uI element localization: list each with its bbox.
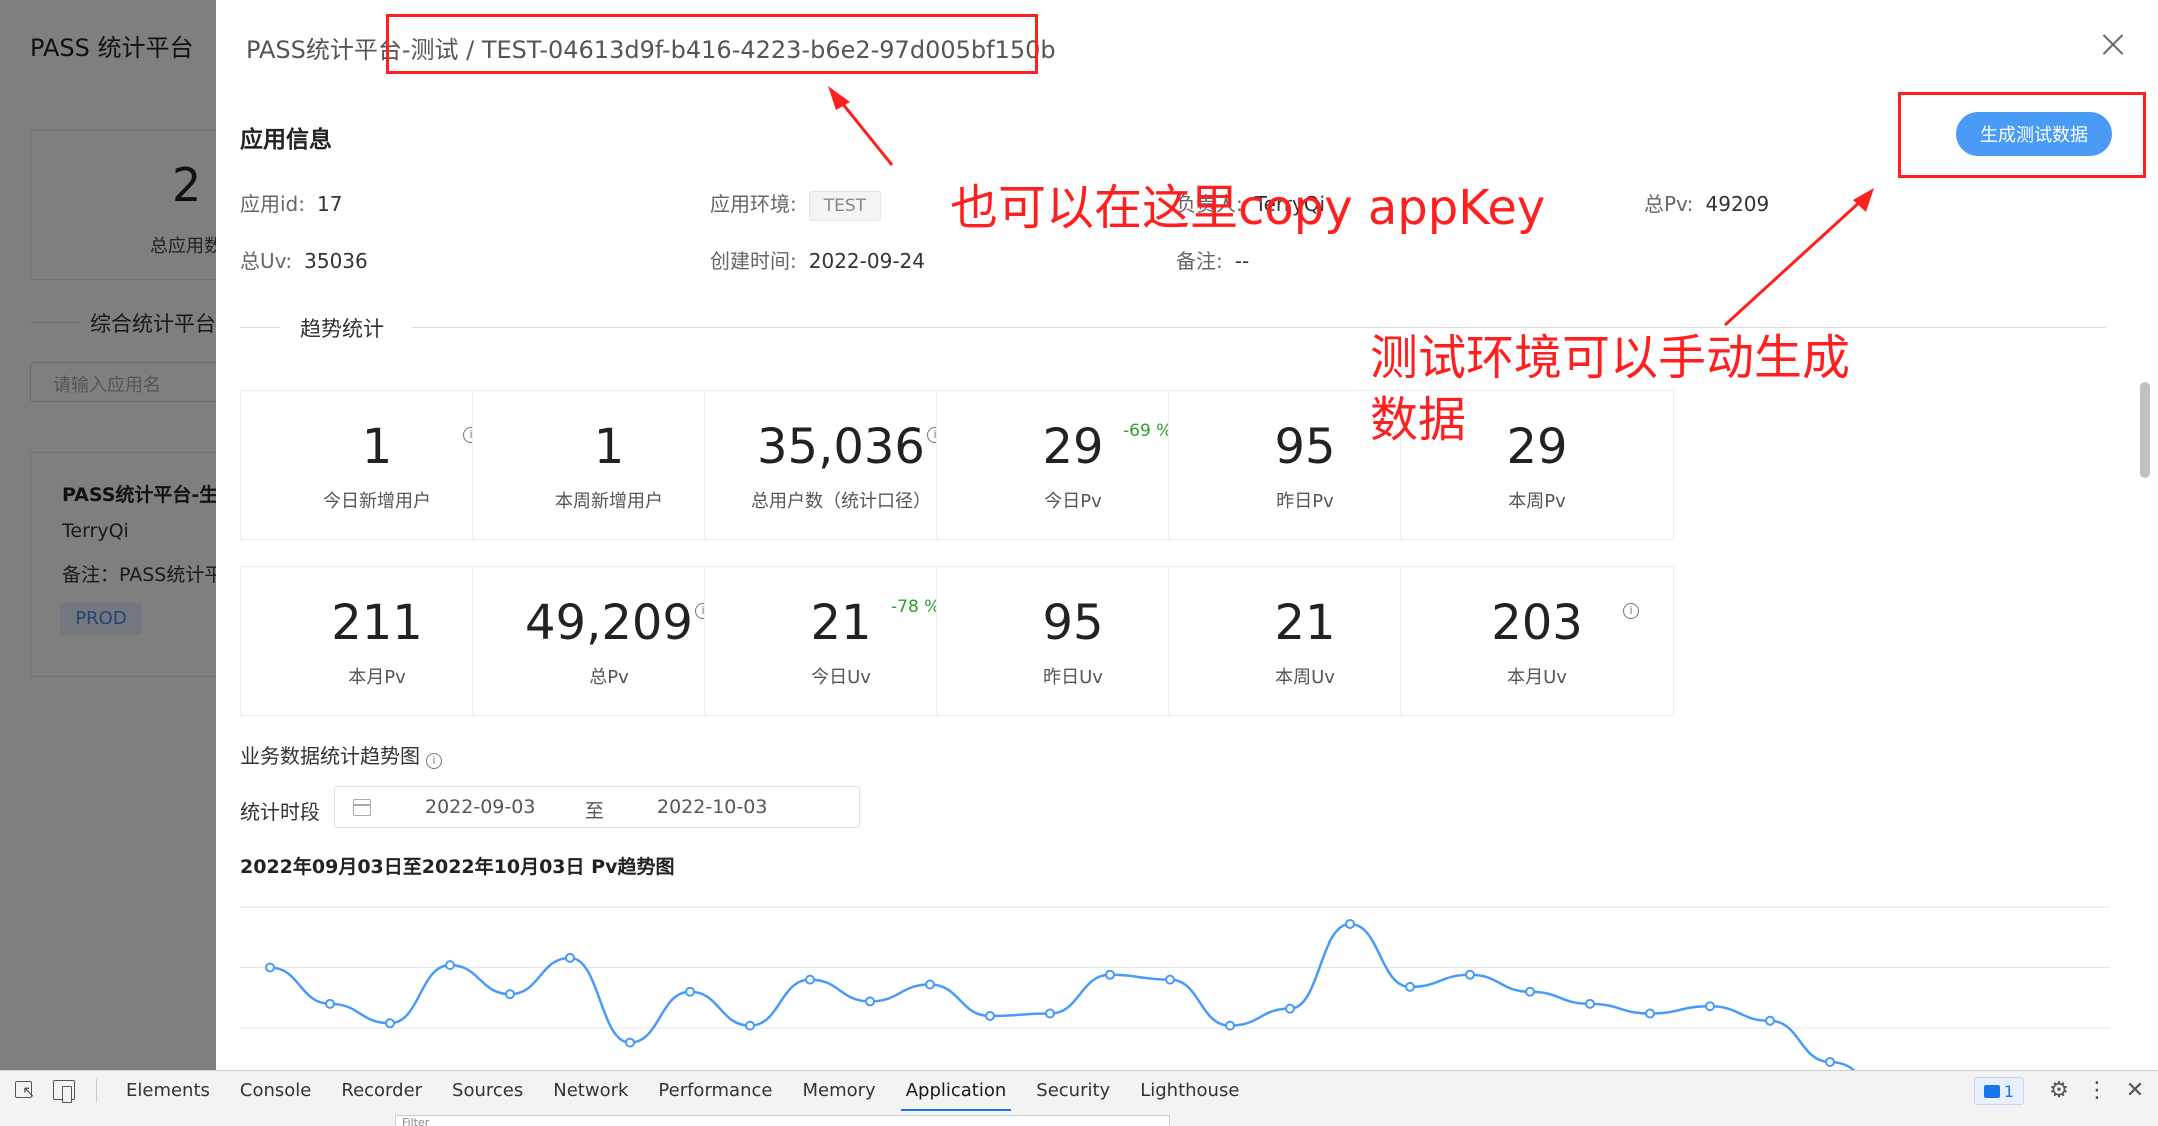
info-icon[interactable]: i xyxy=(426,753,442,769)
total-pv-label: 总Pv: xyxy=(1644,192,1694,216)
devtools-tab-memory[interactable]: Memory xyxy=(787,1071,890,1111)
created-value: 2022-09-24 xyxy=(808,249,925,273)
chart-point[interactable] xyxy=(1645,1008,1655,1019)
total-uv-label: 总Uv: xyxy=(240,249,293,273)
devtools-tab-network[interactable]: Network xyxy=(538,1071,643,1111)
chart-point[interactable] xyxy=(505,989,515,1000)
chart-point[interactable] xyxy=(445,960,455,971)
settings-gear-icon[interactable]: ⚙ xyxy=(2044,1076,2074,1106)
trend-divider-right xyxy=(412,327,2106,328)
period-label: 统计时段 xyxy=(240,800,320,824)
created-label: 创建时间: xyxy=(710,249,797,273)
scroll-thumb[interactable] xyxy=(2140,382,2150,478)
chart-point[interactable] xyxy=(1225,1020,1235,1031)
chart-point[interactable] xyxy=(1045,1008,1055,1019)
drawer-scrollbar[interactable] xyxy=(2138,110,2152,1070)
chart-point[interactable] xyxy=(1585,998,1595,1009)
chart-point[interactable] xyxy=(1765,1015,1775,1026)
annotation-button-box xyxy=(1898,92,2146,178)
devtools-tab-console[interactable]: Console xyxy=(225,1071,326,1111)
stat-card: 203 本月Uv i xyxy=(1400,566,1674,716)
filter-input[interactable]: Filter xyxy=(395,1115,1170,1126)
env-tag: TEST xyxy=(808,190,882,221)
devtools-tabs: ElementsConsoleRecorderSourcesNetworkPer… xyxy=(0,1071,1254,1111)
stat-trend: -78 % xyxy=(891,597,941,617)
chart-point[interactable] xyxy=(625,1037,635,1048)
chart-point[interactable] xyxy=(985,1010,995,1021)
devtools-tab-application[interactable]: Application xyxy=(891,1071,1022,1111)
env-field: 应用环境: TEST xyxy=(710,188,882,221)
devtools-separator xyxy=(96,1079,97,1103)
pv-trend-chart[interactable] xyxy=(240,895,2110,1070)
chart-point[interactable] xyxy=(385,1018,395,1029)
chart-point[interactable] xyxy=(805,974,815,985)
annotation-generate-hint-1: 测试环境可以手动生成 xyxy=(1370,330,1851,386)
close-icon[interactable] xyxy=(2096,28,2130,62)
chart-point[interactable] xyxy=(925,979,935,990)
total-pv-value: 49209 xyxy=(1705,192,1770,216)
chart-point[interactable] xyxy=(1285,1003,1295,1014)
message-icon xyxy=(1983,1084,2000,1098)
devtools-tab-sources[interactable]: Sources xyxy=(437,1071,538,1111)
date-end[interactable]: 2022-10-03 xyxy=(657,796,767,818)
devtools-tab-lighthouse[interactable]: Lighthouse xyxy=(1125,1071,1254,1111)
app-id-label: 应用id: xyxy=(240,192,305,216)
env-label: 应用环境: xyxy=(710,192,797,216)
trend-divider-left xyxy=(240,327,280,328)
chart-point[interactable] xyxy=(1465,969,1475,980)
trend-divider-text: 趋势统计 xyxy=(300,317,384,341)
app-id-field: 应用id: 17 xyxy=(240,188,342,217)
stat-label: 本周Pv xyxy=(1508,491,1566,512)
annotation-copy-hint: 也可以在这里copy appKey xyxy=(950,180,1546,236)
stat-trend: -69 % xyxy=(1123,421,1173,441)
close-devtools-icon[interactable]: ✕ xyxy=(2120,1076,2150,1106)
chart-point[interactable] xyxy=(1345,918,1355,929)
note-value: -- xyxy=(1234,249,1250,273)
annotation-title-box xyxy=(386,14,1038,74)
devtools-tab-elements[interactable]: Elements xyxy=(111,1071,225,1111)
chart-title: 2022年09月03日至2022年10月03日 Pv趋势图 xyxy=(240,856,675,878)
device-toolbar-icon[interactable] xyxy=(50,1078,76,1104)
chart-point[interactable] xyxy=(1105,969,1115,980)
app-info-title: 应用信息 xyxy=(240,127,332,153)
total-pv-field: 总Pv: 49209 xyxy=(1644,188,1769,217)
chart-point[interactable] xyxy=(265,962,275,973)
devtools-tab-recorder[interactable]: Recorder xyxy=(326,1071,437,1111)
app-id-value: 17 xyxy=(317,192,343,216)
app-detail-drawer: PASS统计平台-测试 / TEST-04613d9f-b416-4223-b6… xyxy=(216,0,2158,1070)
issues-count: 1 xyxy=(2003,1081,2015,1101)
more-options-icon[interactable]: ⋮ xyxy=(2082,1076,2112,1106)
devtools-bar: ElementsConsoleRecorderSourcesNetworkPer… xyxy=(0,1070,2158,1126)
date-separator: 至 xyxy=(585,800,605,822)
inspect-element-icon[interactable] xyxy=(12,1078,38,1104)
chart-point[interactable] xyxy=(745,1020,755,1031)
chart-point[interactable] xyxy=(1165,974,1175,985)
chart-heading-text: 业务数据统计趋势图 xyxy=(240,744,420,768)
chart-point[interactable] xyxy=(685,986,695,997)
chart-point[interactable] xyxy=(565,952,575,963)
devtools-tab-performance[interactable]: Performance xyxy=(643,1071,787,1111)
chart-heading: 业务数据统计趋势图 i xyxy=(240,740,442,769)
annotation-generate-hint-2: 数据 xyxy=(1370,392,1467,448)
chart-point[interactable] xyxy=(1405,981,1415,992)
total-uv-value: 35036 xyxy=(304,249,368,273)
issues-badge[interactable]: 1 xyxy=(1974,1077,2024,1105)
chart-point[interactable] xyxy=(1825,1056,1835,1067)
date-range-picker[interactable]: 2022-09-03 至 2022-10-03 xyxy=(334,786,860,828)
stat-label: 本月Uv xyxy=(1507,667,1567,688)
created-field: 创建时间: 2022-09-24 xyxy=(710,245,925,274)
note-field: 备注: -- xyxy=(1176,245,1249,274)
chart-point[interactable] xyxy=(1525,986,1535,997)
devtools-tab-security[interactable]: Security xyxy=(1021,1071,1125,1111)
chart-point[interactable] xyxy=(865,996,875,1007)
chart-point[interactable] xyxy=(1705,1001,1715,1012)
calendar-icon xyxy=(353,799,371,816)
devtools-controls: 1 ⚙ ⋮ ✕ xyxy=(1974,1071,2158,1111)
total-uv-field: 总Uv: 35036 xyxy=(240,245,368,274)
chart-series-line xyxy=(269,922,1856,1070)
date-start[interactable]: 2022-09-03 xyxy=(425,796,535,818)
note-label: 备注: xyxy=(1176,249,1223,273)
chart-point[interactable] xyxy=(325,998,335,1009)
info-icon[interactable]: i xyxy=(1623,603,1639,619)
